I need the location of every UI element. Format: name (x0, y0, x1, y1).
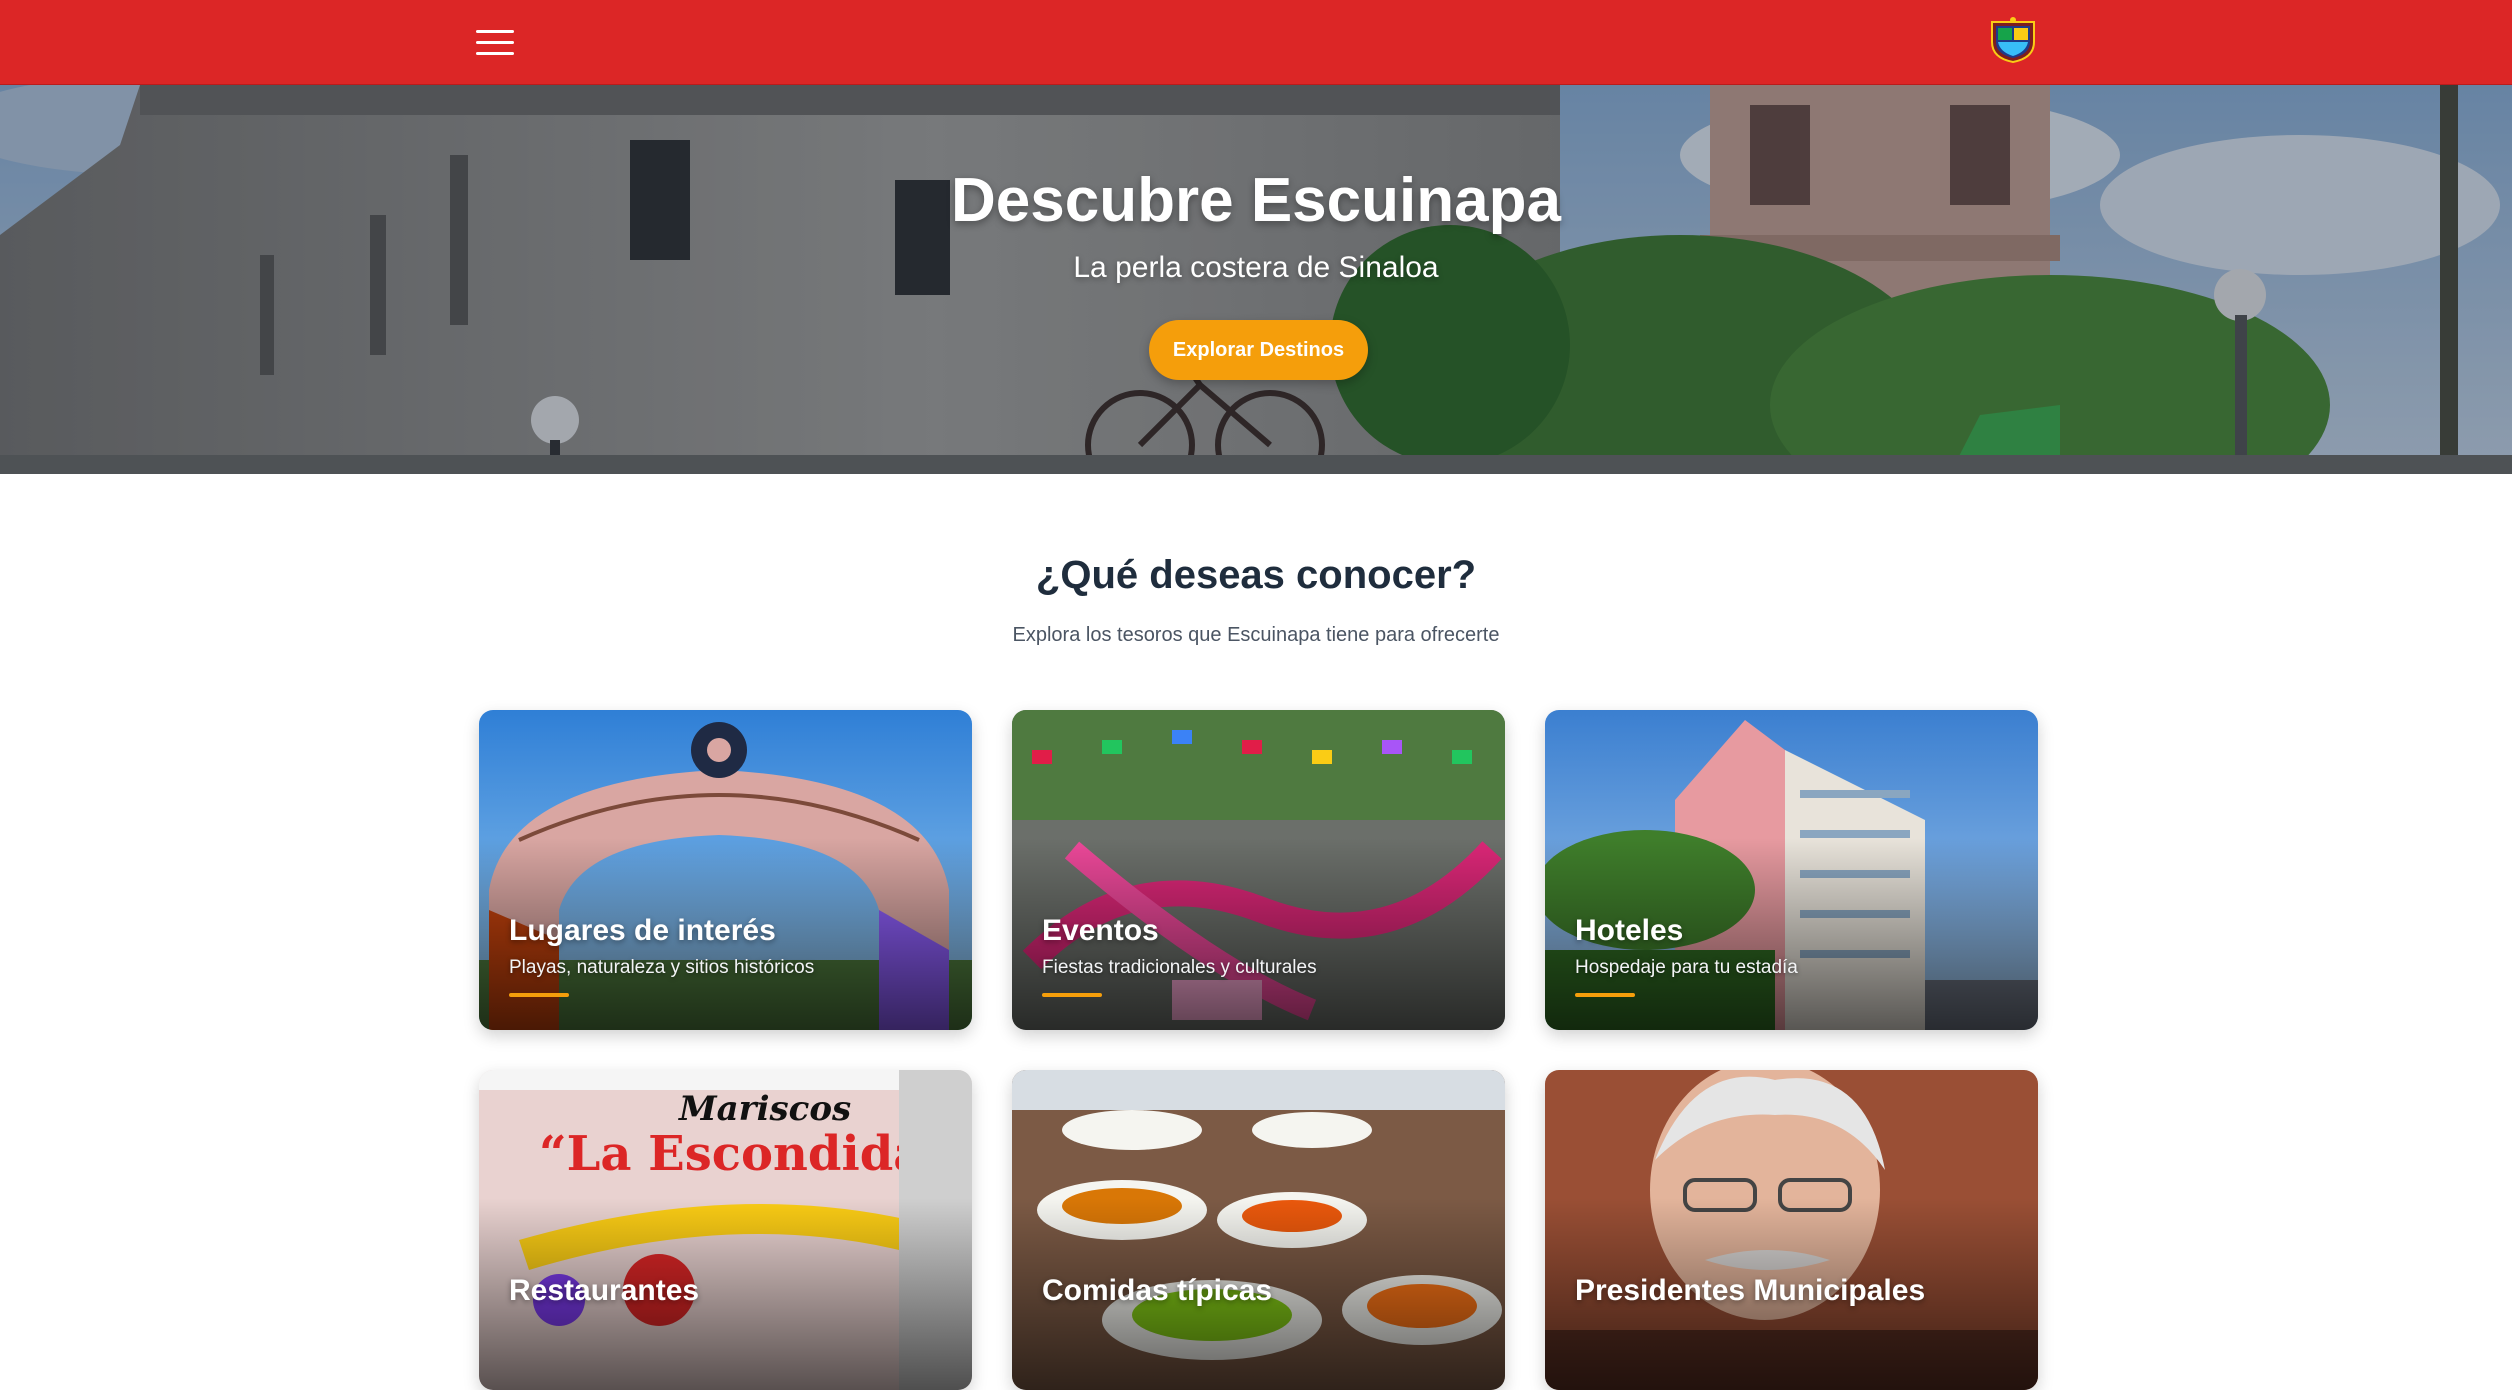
card-title: Comidas típicas (1042, 1274, 1273, 1307)
hero-subtitle: La perla costera de Sinaloa (1073, 251, 1439, 284)
card-accent-bar (1042, 993, 1102, 997)
card-title: Lugares de interés (509, 914, 776, 947)
card-gradient-overlay (1012, 1070, 1505, 1390)
municipal-coat-of-arms-icon[interactable] (1988, 16, 2038, 64)
section-title: ¿Qué deseas conocer? (1035, 553, 1477, 597)
card-description: Fiestas tradicionales y culturales (1042, 957, 1317, 978)
card-presidentes-municipales[interactable]: Presidentes Municipales (1545, 1070, 2038, 1390)
card-title: Restaurantes (509, 1274, 700, 1307)
card-title: Presidentes Municipales (1575, 1274, 1926, 1307)
card-accent-bar (509, 993, 569, 997)
card-eventos[interactable]: Eventos Fiestas tradicionales y cultural… (1012, 710, 1505, 1030)
explore-destinations-button[interactable]: Explorar Destinos (1149, 320, 1368, 380)
section-subtitle: Explora los tesoros que Escuinapa tiene … (1012, 624, 1500, 646)
hamburger-menu-icon[interactable] (476, 22, 514, 62)
card-description: Hospedaje para tu estadía (1575, 957, 1798, 978)
card-gradient-overlay (479, 710, 972, 1030)
top-navbar (0, 0, 2512, 85)
card-gradient-overlay (1545, 1070, 2038, 1390)
card-comidas-tipicas[interactable]: Comidas típicas (1012, 1070, 1505, 1390)
card-title: Hoteles (1575, 914, 1684, 947)
card-gradient-overlay (479, 1070, 972, 1390)
hero-title: Descubre Escuinapa (951, 166, 1561, 235)
card-gradient-overlay (1545, 710, 2038, 1030)
card-restaurantes[interactable]: Mariscos “La Escondida” Restaurantes (479, 1070, 972, 1390)
card-hoteles[interactable]: Hoteles Hospedaje para tu estadía (1545, 710, 2038, 1030)
card-accent-bar (1575, 993, 1635, 997)
card-description: Playas, naturaleza y sitios históricos (509, 957, 815, 978)
hero-banner: Descubre Escuinapa La perla costera de S… (0, 85, 2512, 474)
card-title: Eventos (1042, 914, 1159, 947)
card-lugares-de-interes[interactable]: Lugares de interés Playas, naturaleza y … (479, 710, 972, 1030)
card-gradient-overlay (1012, 710, 1505, 1030)
